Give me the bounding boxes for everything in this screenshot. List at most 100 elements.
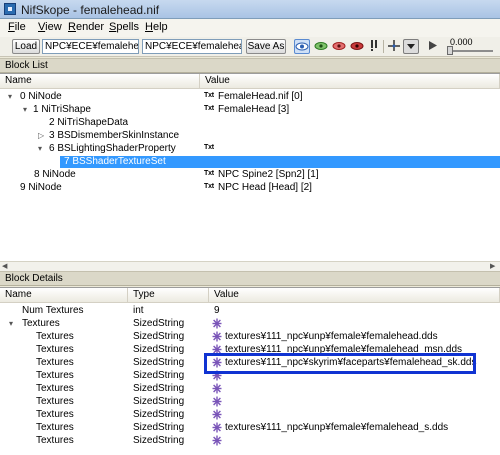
block-row[interactable]: ▾ 1 NiTriShape Txt FemaleHead [3] <box>0 104 500 116</box>
menu-bar: File View Render Spells Help <box>0 19 500 37</box>
string-star-icon <box>212 383 222 394</box>
block-details-title: Block Details <box>0 271 500 286</box>
block-list-col-value[interactable]: Value <box>200 74 500 89</box>
menu-help[interactable]: Help <box>145 21 168 33</box>
block-name: 2 NiTriShapeData <box>49 117 129 128</box>
block-name: 8 NiNode <box>34 169 76 180</box>
string-star-icon <box>212 318 222 329</box>
field-type: int <box>133 305 144 316</box>
field-name: Textures <box>36 370 74 381</box>
menu-view-label: iew <box>45 21 62 33</box>
collapse-arrow-icon[interactable]: ▾ <box>23 106 30 114</box>
txt-tag-icon: Txt <box>204 144 214 151</box>
block-name: 7 BSShaderTextureSet <box>64 156 166 167</box>
menu-render[interactable]: Render <box>68 21 104 33</box>
field-type: SizedString <box>133 383 185 394</box>
menu-render-label: ender <box>75 21 105 33</box>
details-col-name[interactable]: Name <box>0 288 128 303</box>
field-name: Num Textures <box>22 305 84 316</box>
string-star-icon <box>212 435 222 446</box>
details-col-value[interactable]: Value <box>209 288 500 303</box>
txt-tag-icon: Txt <box>204 105 214 112</box>
field-type: SizedString <box>133 422 185 433</box>
collapse-arrow-icon[interactable]: ▾ <box>9 320 16 328</box>
detail-row[interactable]: Textures SizedString <box>0 409 500 421</box>
marker-icon[interactable] <box>367 39 383 54</box>
save-path-field[interactable]: NPC¥ECE¥femalehead.nif <box>142 39 242 54</box>
menu-file[interactable]: File <box>8 21 26 33</box>
block-row-selected[interactable]: 7 BSShaderTextureSet <box>0 156 500 168</box>
dark-red-eye-icon[interactable] <box>349 39 365 54</box>
menu-view[interactable]: View <box>38 21 62 33</box>
collapse-arrow-icon[interactable]: ▾ <box>8 93 15 101</box>
block-list-table: Name Value ▾ 0 NiNode Txt FemaleHead.nif… <box>0 73 500 272</box>
detail-row[interactable]: Textures SizedString textures¥111_npc¥un… <box>0 422 500 434</box>
detail-row[interactable]: Textures SizedString <box>0 435 500 447</box>
red-eye-icon[interactable] <box>331 39 347 54</box>
expand-arrow-icon[interactable]: ▷ <box>38 132 45 140</box>
detail-row[interactable]: Textures SizedString <box>0 383 500 395</box>
load-path-field[interactable]: NPC¥ECE¥femalehead.nif <box>42 39 139 54</box>
detail-row[interactable]: Num Textures int 9 <box>0 305 500 317</box>
scroll-left-icon[interactable]: ◀ <box>2 263 9 270</box>
field-type: SizedString <box>133 357 185 368</box>
string-star-icon <box>212 396 222 407</box>
txt-tag-icon: Txt <box>204 92 214 99</box>
block-row[interactable]: ▾ 0 NiNode Txt FemaleHead.nif [0] <box>0 91 500 103</box>
animation-slider-track[interactable] <box>447 50 493 52</box>
block-row[interactable]: ▾ 6 BSLightingShaderProperty Txt <box>0 143 500 155</box>
field-type: SizedString <box>133 409 185 420</box>
menu-spells[interactable]: Spells <box>109 21 139 33</box>
block-list-col-name[interactable]: Name <box>0 74 200 89</box>
block-list-horizontal-scrollbar[interactable]: ◀ ▶ <box>0 261 500 271</box>
block-name: 1 NiTriShape <box>33 104 91 115</box>
block-row[interactable]: 2 NiTriShapeData <box>0 117 500 129</box>
field-name: Textures <box>36 435 74 446</box>
save-as-button[interactable]: Save As <box>246 39 286 54</box>
block-row[interactable]: ▷ 3 BSDismemberSkinInstance <box>0 130 500 142</box>
field-type: SizedString <box>133 331 185 342</box>
axes-icon[interactable] <box>386 39 402 54</box>
field-name: Textures <box>36 331 74 342</box>
block-value: NPC Head [Head] [2] <box>218 182 312 193</box>
toolbar-separator <box>383 40 384 53</box>
field-value[interactable]: textures¥111_npc¥unp¥female¥femalehead_s… <box>225 422 448 434</box>
field-name: Textures <box>22 318 60 329</box>
scroll-right-icon[interactable]: ▶ <box>490 263 497 270</box>
field-type: SizedString <box>133 396 185 407</box>
details-col-type[interactable]: Type <box>128 288 209 303</box>
detail-row[interactable]: Textures SizedString <box>0 396 500 408</box>
field-value[interactable]: textures¥111_npc¥unp¥female¥femalehead.d… <box>225 331 438 343</box>
field-type: SizedString <box>133 344 185 355</box>
menu-spells-label: pells <box>116 21 139 33</box>
detail-row[interactable]: ▾ Textures SizedString <box>0 318 500 330</box>
annotation-highlight-box <box>204 353 476 374</box>
view-dropdown-icon[interactable] <box>403 39 419 54</box>
menu-help-mnemonic: H <box>145 21 153 33</box>
play-icon[interactable] <box>426 39 442 54</box>
eye-view-icon[interactable] <box>294 39 310 54</box>
txt-tag-icon: Txt <box>204 170 214 177</box>
nifskope-app-icon <box>4 3 16 15</box>
detail-row[interactable]: Textures SizedString textures¥111_npc¥un… <box>0 331 500 343</box>
field-type: SizedString <box>133 370 185 381</box>
title-bar: NifSkope - femalehead.nif <box>0 0 500 19</box>
block-value: FemaleHead [3] <box>218 104 290 115</box>
block-list-title: Block List <box>0 58 500 73</box>
field-name: Textures <box>36 409 74 420</box>
block-name: 9 NiNode <box>20 182 62 193</box>
block-row[interactable]: 8 NiNode Txt NPC Spine2 [Spn2] [1] <box>0 169 500 181</box>
load-button[interactable]: Load <box>12 39 40 54</box>
animation-slider-thumb[interactable] <box>447 46 453 55</box>
field-type: SizedString <box>133 318 185 329</box>
toolbar: Load NPC¥ECE¥femalehead.nif NPC¥ECE¥fema… <box>0 37 500 57</box>
collapse-arrow-icon[interactable]: ▾ <box>38 145 45 153</box>
animation-time-value: 0.000 <box>450 37 473 47</box>
menu-file-mnemonic: F <box>8 21 15 33</box>
field-name: Textures <box>36 357 74 368</box>
block-name: 6 BSLightingShaderProperty <box>49 143 176 154</box>
block-row[interactable]: 9 NiNode Txt NPC Head [Head] [2] <box>0 182 500 194</box>
field-value[interactable]: 9 <box>214 305 220 317</box>
green-eye-icon[interactable] <box>313 39 329 54</box>
block-value: NPC Spine2 [Spn2] [1] <box>218 169 319 180</box>
